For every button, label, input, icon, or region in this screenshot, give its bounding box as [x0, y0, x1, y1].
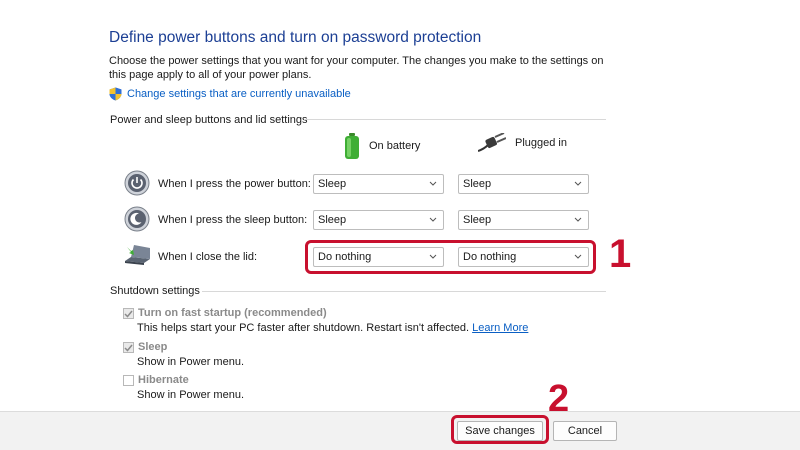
power-plug-icon	[478, 133, 506, 152]
select-value: Sleep	[318, 214, 347, 226]
fast-startup-desc-text: This helps start your PC faster after sh…	[137, 322, 470, 334]
change-settings-link-text[interactable]: Change settings that are currently unava…	[127, 88, 351, 100]
hibernate-option[interactable]: Hibernate	[123, 374, 189, 386]
page-description: Choose the power settings that you want …	[109, 55, 604, 81]
step2-number: 2	[548, 378, 570, 420]
select-value: Sleep	[463, 178, 492, 190]
sleep-button-icon	[124, 206, 150, 232]
checkmark-icon	[124, 310, 133, 318]
cancel-button[interactable]: Cancel	[553, 421, 617, 441]
chevron-down-icon	[574, 217, 582, 222]
fast-startup-option[interactable]: Turn on fast startup (recommended)	[123, 307, 327, 319]
power-button-battery-select[interactable]: Sleep	[313, 174, 444, 194]
learn-more-link[interactable]: Learn More	[472, 322, 528, 334]
shutdown-section-divider	[202, 291, 606, 292]
battery-column-header: On battery	[344, 133, 420, 159]
fast-startup-desc: This helps start your PC faster after sh…	[137, 322, 528, 334]
chevron-down-icon	[429, 181, 437, 186]
power-button-plugged-select[interactable]: Sleep	[458, 174, 589, 194]
laptop-lid-icon	[125, 245, 150, 265]
power-button-label: When I press the power button:	[158, 178, 311, 190]
shutdown-section-label: Shutdown settings	[110, 285, 200, 297]
battery-icon	[345, 133, 359, 159]
hibernate-option-desc: Show in Power menu.	[137, 389, 244, 401]
chevron-down-icon	[429, 217, 437, 222]
power-options-window: Define power buttons and turn on passwor…	[0, 0, 800, 450]
step2-highlight	[451, 415, 549, 444]
change-settings-link[interactable]: Change settings that are currently unava…	[109, 87, 351, 101]
uac-shield-icon	[109, 87, 122, 101]
sleep-option-title: Sleep	[138, 341, 168, 353]
fast-startup-checkbox[interactable]	[123, 308, 134, 319]
power-section-label: Power and sleep buttons and lid settings	[110, 114, 308, 126]
plugged-column-label: Plugged in	[515, 137, 567, 149]
fast-startup-title: Turn on fast startup (recommended)	[138, 307, 327, 319]
sleep-button-label: When I press the sleep button:	[158, 214, 308, 226]
checkmark-icon	[124, 344, 133, 352]
power-button-icon	[124, 170, 150, 196]
page-title: Define power buttons and turn on passwor…	[109, 29, 482, 46]
close-lid-label: When I close the lid:	[158, 251, 258, 263]
sleep-button-battery-select[interactable]: Sleep	[313, 210, 444, 230]
hibernate-checkbox[interactable]	[123, 375, 134, 386]
plugged-column-header: Plugged in	[478, 133, 567, 153]
select-value: Sleep	[463, 214, 492, 226]
footer-bar	[0, 411, 800, 450]
power-section-divider	[304, 119, 606, 120]
select-value: Sleep	[318, 178, 347, 190]
battery-column-label: On battery	[369, 140, 421, 152]
hibernate-option-title: Hibernate	[138, 374, 189, 386]
sleep-option[interactable]: Sleep	[123, 341, 167, 353]
step1-highlight	[305, 240, 596, 274]
step1-number: 1	[609, 232, 632, 276]
sleep-button-plugged-select[interactable]: Sleep	[458, 210, 589, 230]
chevron-down-icon	[574, 181, 582, 186]
sleep-option-desc: Show in Power menu.	[137, 356, 244, 368]
sleep-checkbox[interactable]	[123, 342, 134, 353]
